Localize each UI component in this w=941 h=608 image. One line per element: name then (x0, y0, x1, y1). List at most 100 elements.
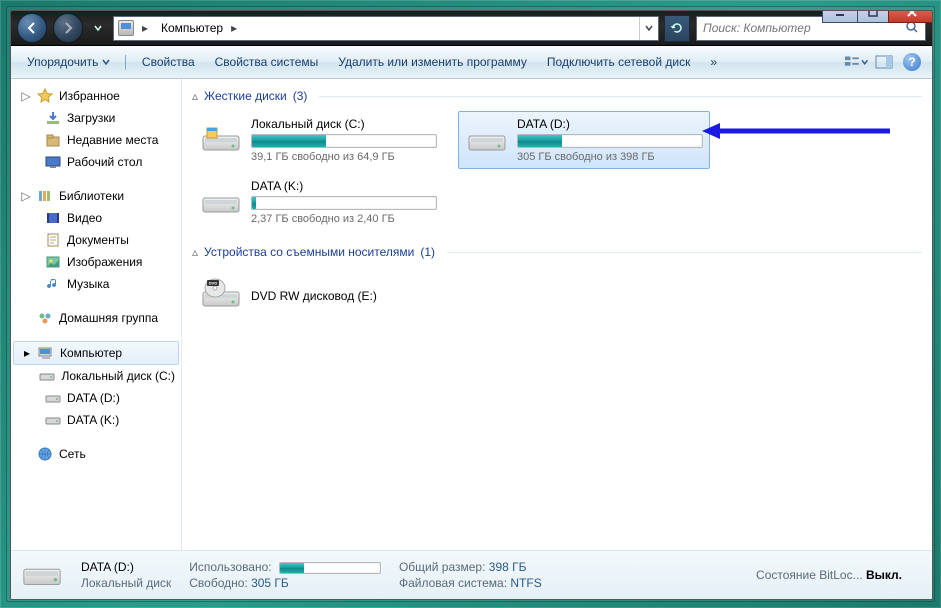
sidebar-libraries[interactable]: ▷ Библиотеки (11, 185, 181, 207)
sidebar-item-music[interactable]: Музыка (11, 273, 181, 295)
expand-icon[interactable]: ▷ (21, 189, 31, 203)
drive-icon (21, 554, 63, 596)
status-name: DATA (D:) (81, 560, 171, 574)
chevron-right-icon[interactable]: ▸ (138, 21, 152, 35)
status-size-value: 398 ГБ (489, 560, 527, 574)
drive-tile-c[interactable]: Локальный диск (C:) 39,1 ГБ свободно из … (192, 111, 444, 169)
drive-d-free: 305 ГБ свободно из 398 ГБ (517, 151, 703, 163)
video-label: Видео (67, 211, 102, 225)
drive-tile-k[interactable]: DATA (K:) 2,37 ГБ свободно из 2,40 ГБ (192, 173, 444, 231)
sidebar-item-documents[interactable]: Документы (11, 229, 181, 251)
expand-icon[interactable]: ▷ (21, 89, 31, 103)
drive-d-name: DATA (D:) (517, 117, 703, 131)
overflow-label: » (710, 55, 717, 69)
drive-tile-d[interactable]: DATA (D:) 305 ГБ свободно из 398 ГБ (458, 111, 710, 169)
minimize-button[interactable] (822, 10, 858, 23)
sidebar-item-drive-c[interactable]: Локальный диск (C:) (11, 365, 181, 387)
pictures-label: Изображения (67, 255, 142, 269)
drive-c-free: 39,1 ГБ свободно из 64,9 ГБ (251, 151, 437, 163)
close-button[interactable] (888, 10, 933, 23)
refresh-button[interactable] (664, 15, 690, 42)
network-label: Сеть (59, 447, 86, 461)
sidebar-computer[interactable]: ▸ Компьютер (13, 341, 179, 365)
help-button[interactable]: ? (900, 51, 924, 73)
computer-label: Компьютер (60, 346, 122, 360)
sidebar-item-drive-d[interactable]: DATA (D:) (11, 387, 181, 409)
usage-bar (279, 562, 381, 574)
sidebar-item-video[interactable]: Видео (11, 207, 181, 229)
address-dropdown[interactable] (639, 17, 658, 40)
sidebar-favorites[interactable]: ▷ Избранное (11, 85, 181, 107)
sidebar-item-pictures[interactable]: Изображения (11, 251, 181, 273)
breadcrumb-computer[interactable]: Компьютер (161, 21, 223, 35)
downloads-icon (45, 110, 61, 126)
video-icon (45, 210, 61, 226)
properties-button[interactable]: Свойства (134, 51, 203, 73)
forward-button[interactable] (53, 13, 83, 43)
drive-icon (199, 118, 243, 162)
drive-k-name: DATA (K:) (251, 179, 437, 193)
drive-icon (465, 118, 509, 162)
sidebar-homegroup[interactable]: Домашняя группа (11, 307, 181, 329)
expand-icon[interactable]: ▸ (22, 346, 32, 360)
address-bar[interactable]: ▸ Компьютер ▸ (113, 16, 659, 41)
drive-icon (45, 390, 61, 406)
usage-bar (517, 134, 703, 148)
toolbar-overflow[interactable]: » (702, 51, 725, 73)
uninstall-change-button[interactable]: Удалить или изменить программу (330, 51, 535, 73)
desktop-icon (45, 154, 61, 170)
status-type: Локальный диск (81, 576, 171, 590)
content-area: ▵ Жесткие диски (3) Локальный диск (C:) … (182, 79, 932, 550)
svg-text:DVD: DVD (209, 281, 218, 286)
homegroup-label: Домашняя группа (59, 311, 158, 325)
history-dropdown[interactable] (89, 17, 107, 39)
drive-icon (39, 368, 55, 384)
desktop-label: Рабочий стол (67, 155, 142, 169)
status-bitlocker-label: Состояние BitLoc... (756, 568, 863, 582)
group-removable[interactable]: ▵ Устройства со съемными носителями (1) (192, 245, 922, 259)
maximize-button[interactable] (857, 10, 889, 23)
status-used-label: Использовано: (189, 560, 271, 574)
music-icon (45, 276, 61, 292)
star-icon (37, 88, 53, 104)
uninstall-change-label: Удалить или изменить программу (338, 55, 527, 69)
drive-icon (199, 180, 243, 224)
sidebar-item-downloads[interactable]: Загрузки (11, 107, 181, 129)
sidebar-item-drive-k[interactable]: DATA (K:) (11, 409, 181, 431)
favorites-label: Избранное (59, 89, 120, 103)
back-button[interactable] (17, 13, 47, 43)
chevron-right-icon[interactable]: ▸ (227, 21, 241, 35)
usage-bar (251, 134, 437, 148)
status-fs-value: NTFS (510, 576, 541, 590)
collapse-icon[interactable]: ▵ (192, 89, 198, 103)
map-drive-button[interactable]: Подключить сетевой диск (539, 51, 698, 73)
map-drive-label: Подключить сетевой диск (547, 55, 690, 69)
libraries-label: Библиотеки (59, 189, 124, 203)
computer-icon (118, 20, 134, 36)
chevron-down-icon (861, 58, 868, 66)
group-removable-count: (1) (420, 245, 435, 259)
separator (319, 96, 922, 97)
sidebar-network[interactable]: Сеть (11, 443, 181, 465)
libraries-icon (37, 188, 53, 204)
downloads-label: Загрузки (67, 111, 115, 125)
computer-icon (38, 345, 54, 361)
drive-e-name: DVD RW дисковод (E:) (251, 289, 437, 303)
group-hdd[interactable]: ▵ Жесткие диски (3) (192, 89, 922, 103)
organize-button[interactable]: Упорядочить (19, 51, 118, 73)
drive-tile-e[interactable]: DVD DVD RW дисковод (E:) (192, 267, 444, 325)
preview-pane-button[interactable] (872, 51, 896, 73)
view-options-button[interactable] (844, 51, 868, 73)
drive-k-label: DATA (K:) (67, 413, 119, 427)
network-icon (37, 446, 53, 462)
drive-icon (45, 412, 61, 428)
dvd-drive-icon: DVD (199, 274, 243, 318)
collapse-icon[interactable]: ▵ (192, 245, 198, 259)
recent-label: Недавние места (67, 133, 158, 147)
sidebar-item-desktop[interactable]: Рабочий стол (11, 151, 181, 173)
status-free-value: 305 ГБ (251, 576, 289, 590)
sidebar-item-recent[interactable]: Недавние места (11, 129, 181, 151)
group-hdd-count: (3) (293, 89, 308, 103)
system-properties-button[interactable]: Свойства системы (207, 51, 327, 73)
drive-k-free: 2,37 ГБ свободно из 2,40 ГБ (251, 213, 437, 225)
